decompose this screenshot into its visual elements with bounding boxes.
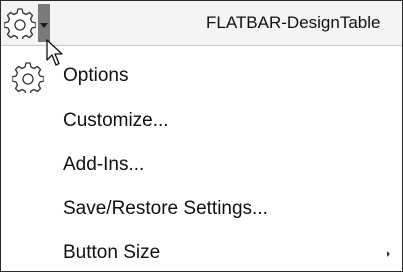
menu-item-label: Customize... (63, 110, 169, 131)
menu-item-label: Save/Restore Settings... (63, 198, 268, 219)
menu-item-save-restore-settings[interactable]: Save/Restore Settings... (1, 190, 402, 230)
submenu-arrow-icon (387, 251, 390, 257)
menu-item-label: Add-Ins... (63, 154, 145, 175)
document-title: FLATBAR-DesignTable (206, 13, 381, 32)
options-menu-window: FLATBAR-DesignTable Options Customize...… (0, 0, 403, 272)
menu-item-options[interactable]: Options (1, 57, 402, 97)
menu-item-label: Options (63, 65, 129, 86)
menu-item-customize[interactable]: Customize... (1, 102, 402, 142)
chevron-down-icon (40, 23, 48, 28)
options-dropdown-button[interactable] (38, 4, 50, 42)
menu-item-label: Button Size (63, 242, 161, 263)
menu-item-add-ins[interactable]: Add-Ins... (1, 146, 402, 186)
menu-item-button-size[interactable]: Button Size (1, 234, 402, 274)
options-button[interactable] (3, 6, 37, 40)
gear-icon (11, 61, 45, 99)
